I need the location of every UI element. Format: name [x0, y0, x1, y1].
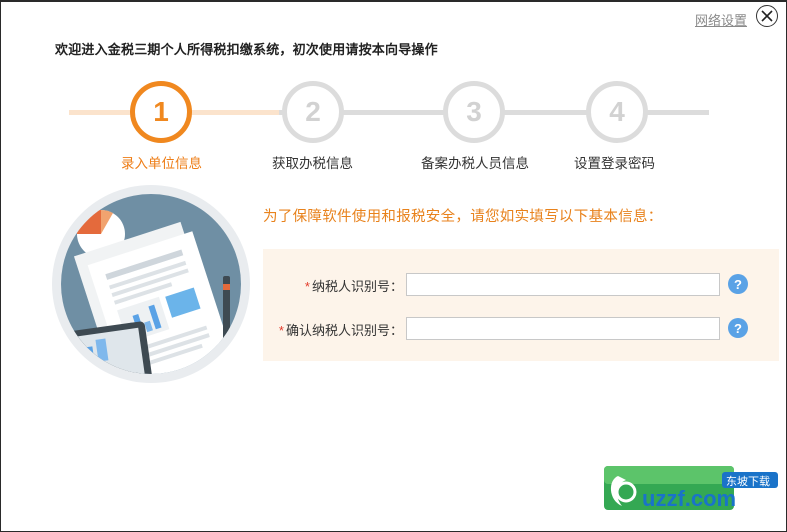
step-4-label: 设置登录密码: [574, 156, 655, 171]
confirm-taxpayer-id-label: * 确认纳税人识别号：: [278, 323, 403, 338]
required-mark: *: [278, 323, 284, 338]
step-3-circle[interactable]: 3: [443, 81, 505, 143]
step-3-label: 备案办税人员信息: [421, 156, 529, 171]
welcome-text: 欢迎进入金税三期个人所得税扣缴系统，初次使用请按本向导操作: [55, 42, 438, 57]
step-4-circle[interactable]: 4: [586, 81, 648, 143]
watermark-tag: 东坡下载: [726, 475, 770, 488]
svg-text:uzzf.com: uzzf.com: [642, 486, 736, 511]
uzzf-watermark-logo: uzzf.com 东坡下载: [604, 466, 778, 511]
close-icon: [761, 10, 773, 22]
close-button[interactable]: [756, 5, 778, 27]
taxpayer-id-help-icon[interactable]: ?: [728, 274, 748, 294]
form-notice: 为了保障软件使用和报税安全，请您如实填写以下基本信息：: [263, 209, 663, 225]
network-settings-link[interactable]: 网络设置: [695, 10, 747, 29]
wizard-window: 网络设置 欢迎进入金税三期个人所得税扣缴系统，初次使用请按本向导操作 1 2 3…: [0, 0, 787, 532]
required-mark: *: [304, 279, 310, 294]
taxpayer-id-input[interactable]: [406, 273, 720, 296]
step-1-label: 录入单位信息: [121, 156, 202, 171]
taxpayer-id-label: * 纳税人识别号：: [304, 279, 403, 294]
step-2-label: 获取办税信息: [272, 156, 353, 171]
step-2-circle[interactable]: 2: [282, 81, 344, 143]
confirm-taxpayer-id-input[interactable]: [406, 317, 720, 340]
taxpayer-form-panel: * 纳税人识别号： ? * 确认纳税人识别号： ?: [263, 249, 779, 361]
step-1-circle[interactable]: 1: [130, 81, 192, 143]
document-illustration: [52, 185, 250, 383]
confirm-taxpayer-id-help-icon[interactable]: ?: [728, 318, 748, 338]
